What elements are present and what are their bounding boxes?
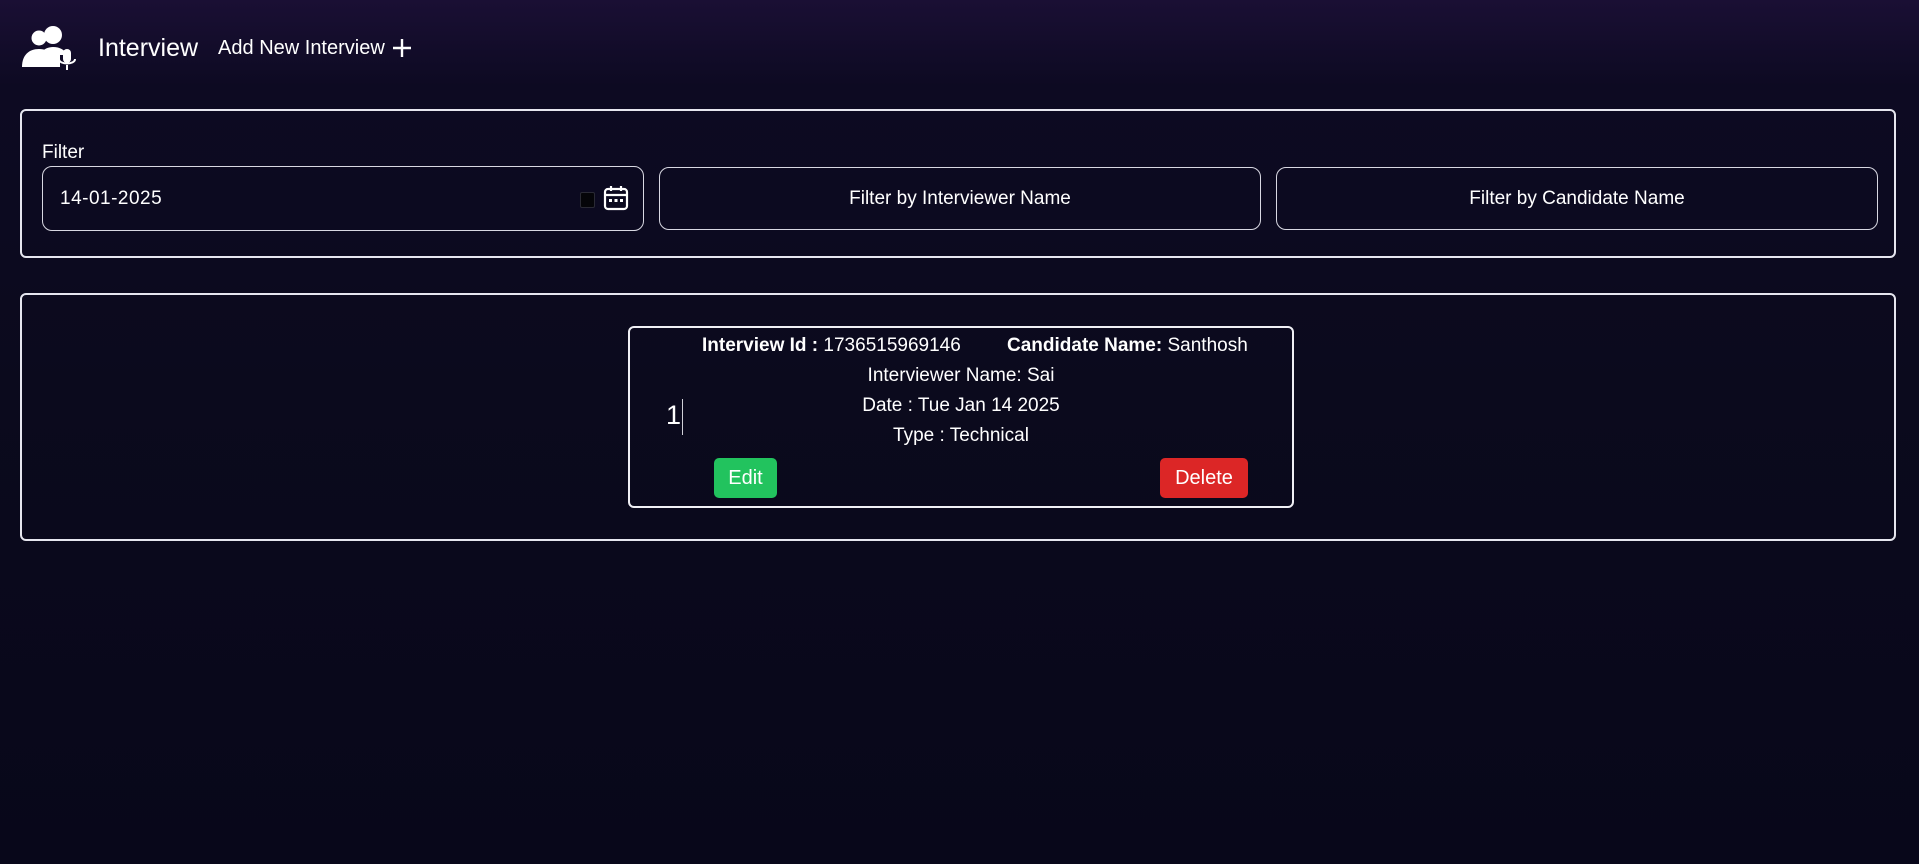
interview-id: Interview Id : 1736515969146 [702,335,961,357]
interview-index: 1 [666,400,682,430]
filter-label: Filter [42,142,85,163]
add-new-interview-button[interactable]: Add New Interview [218,37,413,60]
plus-icon [392,39,411,57]
interviewer-name: Interviewer Name: Sai [867,365,1055,386]
candidate-name-filter-placeholder: Filter by Candidate Name [1469,187,1685,209]
candidate-name-filter-input[interactable]: Filter by Candidate Name [1276,167,1878,230]
interview-date: Date : Tue Jan 14 2025 [862,395,1060,416]
interview-users-mic-icon[interactable] [20,25,78,71]
interview-type: Type : Technical [893,425,1029,446]
candidate-name-value: Santhosh [1167,335,1248,356]
interview-results-panel: Interview Id : 1736515969146 Candidate N… [20,293,1896,541]
calendar-icon[interactable] [603,185,629,211]
text-caret [682,399,683,435]
date-filter-value: 14-01-2025 [60,187,163,209]
interview-id-label: Interview Id : [702,335,819,356]
app-title: Interview [98,33,199,62]
edit-button[interactable]: Edit [714,458,777,498]
candidate-name: Candidate Name: Santhosh [1007,335,1248,357]
interview-card: Interview Id : 1736515969146 Candidate N… [628,326,1294,508]
interviewer-name-filter-placeholder: Filter by Interviewer Name [849,187,1071,209]
interviewer-name-filter-input[interactable]: Filter by Interviewer Name [659,167,1261,230]
native-date-picker-icon[interactable] [580,192,595,208]
interview-id-value: 1736515969146 [823,335,961,356]
candidate-name-label: Candidate Name: [1007,335,1163,356]
filter-panel: Filter 14-01-2025 Filter by Interviewer … [20,109,1896,258]
date-filter-input[interactable]: 14-01-2025 [42,166,644,231]
delete-button[interactable]: Delete [1160,458,1248,498]
top-bar: Interview Add New Interview [20,24,413,72]
add-new-interview-label: Add New Interview [218,36,385,59]
